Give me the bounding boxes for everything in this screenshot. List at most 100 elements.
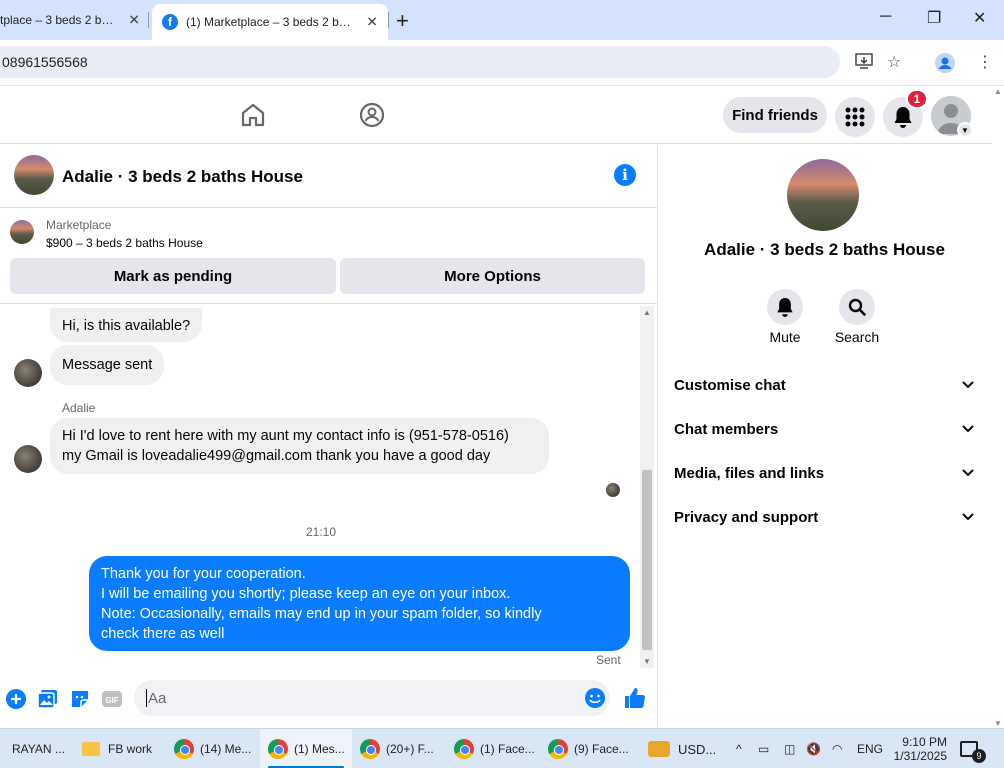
chevron-down-icon	[962, 469, 974, 477]
url-field[interactable]: 08961556568	[0, 46, 840, 78]
clock-date: 1/31/2025	[893, 749, 947, 763]
message-bubble[interactable]: Hi I'd love to rent here with my aunt my…	[50, 418, 549, 474]
bell-icon	[894, 107, 912, 128]
tab-separator	[148, 12, 149, 28]
window-close-icon[interactable]: ✕	[973, 8, 986, 28]
seen-receipt-avatar	[606, 483, 620, 497]
bell-icon	[777, 298, 793, 317]
taskbar-app-label: (20+) F...	[386, 742, 434, 756]
tray-device-icon[interactable]: ▭	[758, 729, 769, 768]
gif-icon[interactable]: GIF	[101, 688, 123, 710]
chevron-down-icon	[962, 513, 974, 521]
sender-avatar[interactable]	[14, 359, 42, 387]
sender-name: Adalie	[62, 401, 96, 415]
privacy-support-row[interactable]: Privacy and support	[674, 505, 974, 529]
tab-close-icon[interactable]: ✕	[128, 12, 140, 29]
media-files-links-row[interactable]: Media, files and links	[674, 461, 974, 485]
taskbar-app-label: (1) Face...	[480, 742, 535, 756]
chrome-icon	[268, 739, 288, 759]
message-text-line: I will be emailing you shortly; please k…	[101, 586, 511, 602]
more-actions-plus-icon[interactable]	[5, 688, 27, 710]
listing-thumbnail[interactable]	[14, 155, 54, 195]
listing-small-thumbnail	[10, 220, 34, 244]
home-icon[interactable]	[239, 101, 267, 129]
message-input[interactable]: Aa	[134, 680, 610, 716]
taskbar-app-chrome[interactable]: (9) Face...	[540, 729, 632, 768]
chevron-down-icon	[962, 425, 974, 433]
minimize-icon[interactable]: ─	[880, 8, 891, 26]
notification-center-icon[interactable]: 9	[960, 729, 986, 768]
thread-scroll-thumb[interactable]	[642, 470, 652, 650]
message-bubble[interactable]: Hi, is this available?	[50, 308, 203, 342]
sent-status: Sent	[596, 653, 621, 667]
chevron-down-icon	[962, 381, 974, 389]
taskbar-app-label: (9) Face...	[574, 742, 629, 756]
browser-tab[interactable]: tplace – 3 beds 2 baths ✕	[0, 0, 150, 40]
customise-chat-row[interactable]: Customise chat	[674, 373, 974, 397]
chrome-icon	[174, 739, 194, 759]
conversation-info-icon[interactable]: i	[614, 164, 636, 186]
chrome-icon	[454, 739, 474, 759]
more-options-button[interactable]: More Options	[340, 258, 645, 294]
profile-icon[interactable]	[935, 53, 955, 78]
browser-tab-active[interactable]: f (1) Marketplace – 3 beds 2 bath ✕	[152, 4, 388, 40]
sticker-icon[interactable]	[69, 688, 91, 710]
taskbar-app-label: RAYAN ...	[12, 742, 65, 756]
language-indicator[interactable]: ENG	[857, 729, 883, 768]
volume-muted-icon[interactable]: 🔇	[806, 729, 821, 768]
restore-icon[interactable]: ❐	[927, 8, 941, 28]
message-thread: Hi, is this available? Message sent Adal…	[0, 305, 657, 670]
conversation-title[interactable]: Adalie · 3 beds 2 baths House	[62, 167, 303, 187]
grid-icon	[845, 107, 865, 127]
outgoing-message-bubble[interactable]: Thank you for your cooperation. I will b…	[89, 556, 630, 651]
emoji-icon[interactable]	[584, 687, 606, 709]
menu-grid-button[interactable]	[835, 97, 875, 137]
scroll-up-arrow-icon[interactable]: ▲	[643, 308, 651, 317]
listing-profile-picture[interactable]	[787, 159, 859, 231]
wifi-icon[interactable]: ◠	[832, 729, 842, 768]
clock[interactable]: 9:10 PM 1/31/2025	[893, 729, 947, 768]
tab-close-icon[interactable]: ✕	[366, 14, 378, 31]
attach-photo-icon[interactable]	[37, 688, 59, 710]
mute-button[interactable]	[767, 289, 803, 325]
notification-count-badge: 9	[972, 749, 986, 763]
show-hidden-icons-chevron-up-icon[interactable]: ^	[736, 729, 742, 768]
find-friends-button[interactable]: Find friends	[723, 97, 827, 133]
scroll-down-arrow-icon[interactable]: ▼	[643, 657, 651, 666]
listing-title[interactable]: $900 – 3 beds 2 baths House	[46, 236, 203, 250]
currency-widget[interactable]: USD...	[648, 729, 716, 768]
browser-menu-icon[interactable]: ⋮	[977, 52, 993, 72]
taskbar-app-folder[interactable]: FB work	[74, 729, 162, 768]
currency-label: USD...	[678, 741, 717, 757]
taskbar-app-chrome[interactable]: (1) Face...	[446, 729, 538, 768]
details-title: Adalie · 3 beds 2 baths House	[704, 240, 945, 259]
bookmark-star-icon[interactable]: ☆	[887, 52, 901, 72]
sender-avatar[interactable]	[14, 445, 42, 473]
message-input-placeholder: Aa	[148, 689, 167, 707]
thumbs-up-icon[interactable]	[623, 686, 647, 710]
search-conversation-button[interactable]	[839, 289, 875, 325]
message-bubble[interactable]: Message sent	[50, 345, 165, 385]
account-chevron-down-icon[interactable]: ▼	[957, 122, 973, 138]
scroll-up-arrow-icon[interactable]: ▲	[994, 87, 1002, 96]
chrome-icon	[548, 739, 568, 759]
tab-title: tplace – 3 beds 2 baths	[0, 13, 115, 27]
taskbar-app[interactable]: RAYAN ...	[0, 729, 72, 768]
mark-as-pending-button[interactable]: Mark as pending	[10, 258, 336, 294]
page-scrollbar[interactable]: ▲ ▼	[992, 87, 1004, 728]
folder-icon	[82, 742, 100, 756]
taskbar-app-chrome[interactable]: (14) Me...	[166, 729, 256, 768]
browser-tab-strip: tplace – 3 beds 2 baths ✕ f (1) Marketpl…	[0, 0, 1004, 40]
coin-stack-icon	[648, 741, 670, 757]
taskbar-app-chrome[interactable]: (20+) F...	[354, 729, 444, 768]
chat-members-row[interactable]: Chat members	[674, 417, 974, 441]
search-label: Search	[834, 329, 880, 345]
taskbar-app-chrome-active[interactable]: (1) Mes...	[260, 729, 352, 768]
message-text-line: Note: Occasionally, emails may end up in…	[101, 606, 542, 622]
section-label: Privacy and support	[674, 508, 819, 526]
new-tab-icon[interactable]: +	[396, 8, 409, 34]
scroll-down-arrow-icon[interactable]: ▼	[994, 719, 1002, 728]
tray-camera-icon[interactable]: ◫	[784, 729, 795, 768]
groups-icon[interactable]	[358, 101, 386, 129]
install-app-icon[interactable]	[855, 52, 873, 75]
